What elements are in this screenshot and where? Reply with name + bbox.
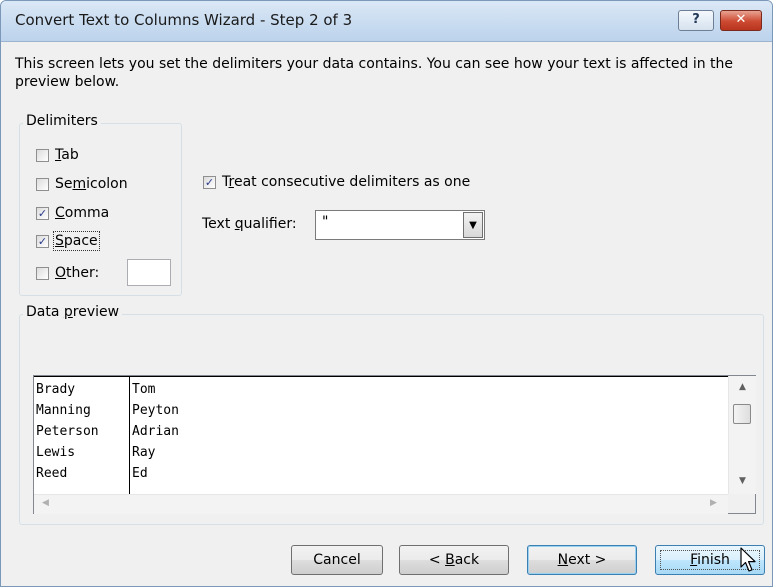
tab-checkbox[interactable]: Tab [36, 146, 79, 164]
preview-cell: Ed [132, 466, 148, 481]
space-checkbox[interactable]: ✓ Space [36, 231, 100, 251]
help-icon: ? [692, 12, 700, 27]
chevron-down-icon[interactable]: ▼ [463, 212, 483, 238]
semicolon-checkbox[interactable]: Semicolon [36, 175, 128, 193]
horizontal-scrollbar[interactable]: ◀ ▶ [34, 494, 728, 514]
scroll-thumb[interactable] [733, 404, 751, 424]
column-break-line[interactable] [129, 376, 130, 494]
help-button[interactable]: ? [678, 10, 714, 31]
delimiters-label: Delimiters [23, 113, 101, 129]
next-button[interactable]: Next > [527, 545, 637, 575]
consecutive-checkbox-box[interactable]: ✓ [203, 175, 216, 189]
title-bar[interactable]: Convert Text to Columns Wizard - Step 2 … [1, 1, 772, 42]
back-button[interactable]: < Back [399, 545, 509, 575]
space-checkbox-box[interactable]: ✓ [36, 234, 49, 248]
preview-grid: Brady Tom Manning Peyton Peterson Adrian Le… [34, 376, 728, 494]
preview-cell: Peyton [132, 403, 179, 418]
space-label: Space [53, 231, 100, 251]
preview-cell: Tom [132, 382, 156, 397]
preview-cell: Brady [36, 382, 76, 397]
comma-checkbox-box[interactable]: ✓ [36, 206, 49, 220]
close-icon: ✕ [735, 12, 747, 27]
comma-label: Comma [55, 205, 110, 221]
preview-row: Brady Tom [36, 381, 155, 399]
cancel-button-label: Cancel [313, 552, 361, 568]
preview-cell: Lewis [36, 445, 76, 460]
back-button-label: < Back [428, 552, 480, 568]
next-button-label: Next > [557, 552, 607, 568]
scroll-down-icon[interactable]: ▼ [729, 476, 756, 486]
other-label: Other: [55, 265, 100, 281]
consecutive-label: Treat consecutive delimiters as one [222, 174, 471, 190]
wizard-description: This screen lets you set the delimiters … [15, 56, 734, 90]
preview-row: Reed Ed [36, 465, 148, 483]
close-button[interactable]: ✕ [720, 10, 762, 31]
vertical-scrollbar[interactable]: ▲ ▼ [728, 376, 756, 494]
text-qualifier-label: Text qualifier: [202, 216, 297, 232]
scroll-up-icon[interactable]: ▲ [729, 382, 756, 392]
data-preview-label: Data preview [23, 304, 123, 320]
scroll-left-icon[interactable]: ◀ [42, 498, 49, 508]
preview-row: Peterson Adrian [36, 423, 179, 441]
preview-cell: Reed [36, 466, 68, 481]
text-qualifier-select[interactable]: " ▼ [315, 210, 485, 240]
tab-label: Tab [55, 147, 79, 163]
preview-row: Manning Peyton [36, 402, 179, 420]
other-checkbox[interactable]: Other: [36, 264, 99, 282]
comma-checkbox[interactable]: ✓ Comma [36, 204, 109, 222]
semicolon-label: Semicolon [55, 176, 128, 192]
semicolon-checkbox-box[interactable] [36, 177, 49, 191]
text-qualifier-value: " [322, 214, 329, 230]
scrollbar-corner [728, 494, 755, 513]
preview-header-line [34, 376, 728, 377]
preview-cell: Ray [132, 445, 156, 460]
preview-row: Lewis Ray [36, 444, 155, 462]
preview-cell: Manning [36, 403, 91, 418]
preview-cell: Peterson [36, 424, 99, 439]
data-preview-pane[interactable]: Brady Tom Manning Peyton Peterson Adrian Le… [33, 375, 756, 514]
other-checkbox-box[interactable] [36, 266, 49, 280]
cancel-button[interactable]: Cancel [291, 545, 383, 575]
other-delimiter-input[interactable] [127, 259, 171, 286]
scroll-right-icon[interactable]: ▶ [710, 498, 717, 508]
tab-checkbox-box[interactable] [36, 148, 49, 162]
window-title: Convert Text to Columns Wizard - Step 2 … [15, 11, 353, 29]
preview-cell: Adrian [132, 424, 179, 439]
wizard-window: Convert Text to Columns Wizard - Step 2 … [0, 0, 773, 587]
mouse-cursor-icon [740, 547, 756, 572]
consecutive-delimiters-checkbox[interactable]: ✓ Treat consecutive delimiters as one [203, 173, 470, 191]
